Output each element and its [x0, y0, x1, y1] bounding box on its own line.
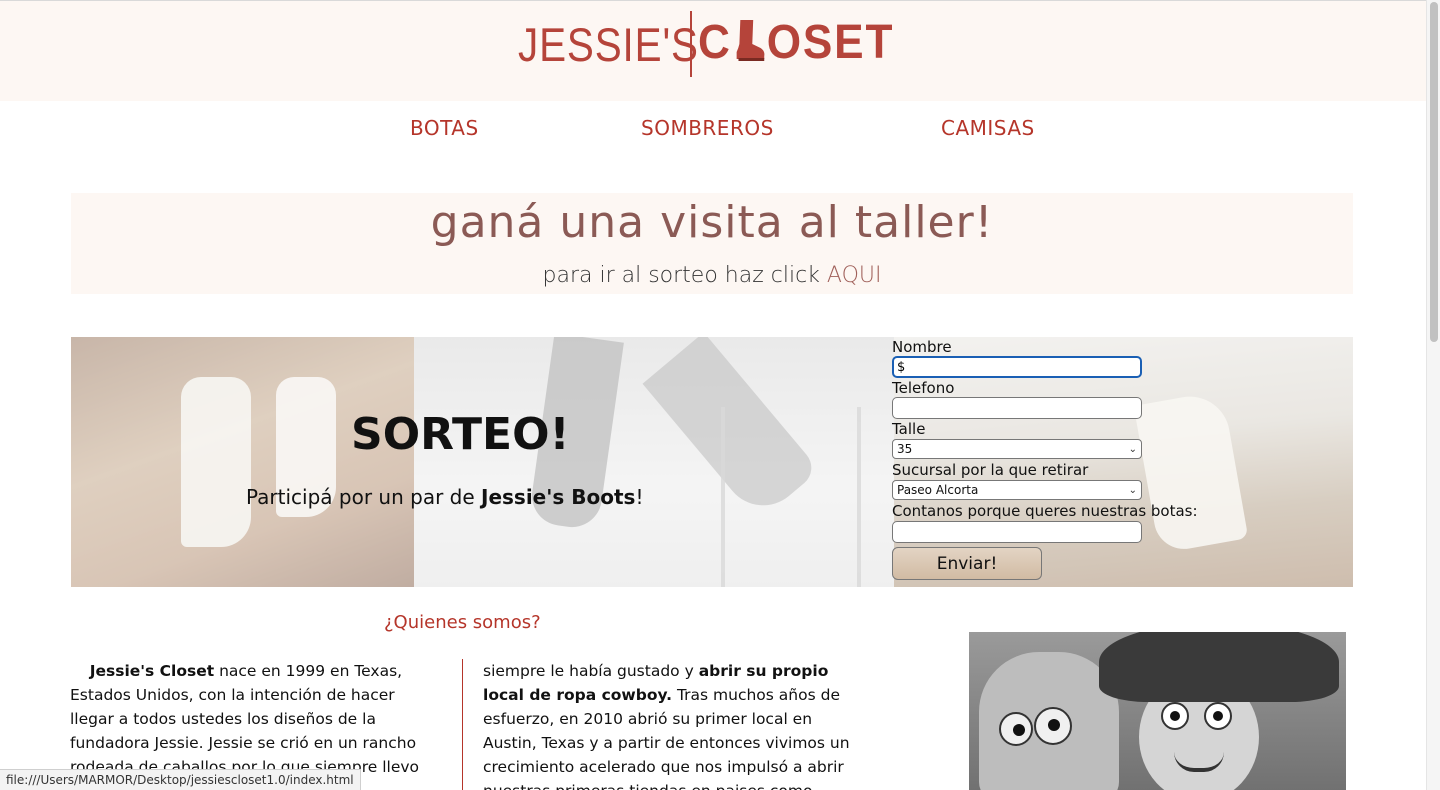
promo-title: ganá una visita al taller!: [430, 197, 994, 248]
size-select-value: 35: [897, 442, 913, 456]
column-divider: [462, 659, 463, 790]
promo-link-aqui[interactable]: AQUI: [827, 263, 882, 288]
phone-label: Telefono: [892, 379, 955, 397]
site-header: JESSIE'S C OSET: [0, 0, 1426, 101]
cowboy-boot-icon: [736, 20, 765, 61]
name-label: Nombre: [892, 338, 952, 356]
raffle-title: SORTEO!: [351, 409, 570, 460]
scrollbar-thumb[interactable]: [1430, 2, 1438, 342]
promo-subtitle-text: para ir al sorteo haz click: [542, 263, 827, 288]
submit-button[interactable]: Enviar!: [892, 547, 1042, 580]
nav-link-botas[interactable]: BOTAS: [410, 116, 479, 140]
raffle-subtitle-brand: Jessie's Boots: [481, 485, 636, 509]
jessie-eye: [1204, 702, 1232, 730]
about-title: ¿Quienes somos?: [384, 612, 541, 633]
branch-label: Sucursal por la que retirar: [892, 461, 1089, 479]
page: JESSIE'S C OSET BOTAS SOMBREROS CAMISAS g…: [0, 0, 1440, 790]
horse-eye: [1034, 707, 1072, 745]
promo-subtitle: para ir al sorteo haz click AQUI: [71, 263, 1353, 288]
site-logo[interactable]: JESSIE'S C OSET: [518, 11, 892, 77]
about-text-2a: siempre le había gustado y: [483, 662, 699, 680]
horse-eye: [999, 712, 1033, 746]
about-column-2: siempre le había gustado y abrir su prop…: [483, 659, 863, 790]
main-nav: BOTAS SOMBREROS CAMISAS: [0, 116, 1426, 146]
logo-text-left: JESSIE'S: [518, 17, 699, 71]
promo-banner: ganá una visita al taller! para ir al so…: [71, 193, 1353, 294]
raffle-form: Nombre Telefono Talle 35 ⌄ Sucursal por l…: [892, 337, 1222, 587]
raffle-subtitle-text: Participá por un par de: [246, 485, 482, 509]
name-input[interactable]: [892, 356, 1142, 378]
about-image-jessie-bullseye: [969, 632, 1346, 790]
branch-select[interactable]: Paseo Alcorta ⌄: [892, 480, 1142, 500]
raffle-hero: SORTEO! Participá por un par de Jessie's…: [71, 337, 1353, 587]
jessie-hat: [1099, 632, 1339, 702]
reason-label: Contanos porque queres nuestras botas:: [892, 502, 1198, 520]
raffle-subtitle: Participá por un par de Jessie's Boots!: [246, 485, 643, 509]
nav-link-sombreros[interactable]: SOMBREROS: [641, 116, 774, 140]
reason-textarea[interactable]: [892, 521, 1142, 543]
vertical-scrollbar[interactable]: [1426, 0, 1440, 790]
phone-input[interactable]: [892, 397, 1142, 419]
chevron-down-icon: ⌄: [1128, 484, 1137, 496]
size-label: Talle: [892, 420, 926, 438]
jessie-eye: [1161, 702, 1189, 730]
branch-select-value: Paseo Alcorta: [897, 483, 979, 497]
raffle-subtitle-suffix: !: [635, 485, 644, 509]
logo-divider: [690, 11, 692, 77]
about-brand-name: Jessie's Closet: [89, 662, 215, 680]
horse-head: [979, 652, 1119, 790]
chevron-down-icon: ⌄: [1128, 443, 1137, 455]
logo-text-rest: OSET: [766, 16, 895, 69]
logo-text-right: C OSET: [698, 15, 894, 70]
logo-letter-c: C: [698, 16, 732, 69]
size-select[interactable]: 35 ⌄: [892, 439, 1142, 459]
nav-link-camisas[interactable]: CAMISAS: [941, 116, 1035, 140]
browser-status-url: file:///Users/MARMOR/Desktop/jessiesclos…: [0, 769, 361, 790]
